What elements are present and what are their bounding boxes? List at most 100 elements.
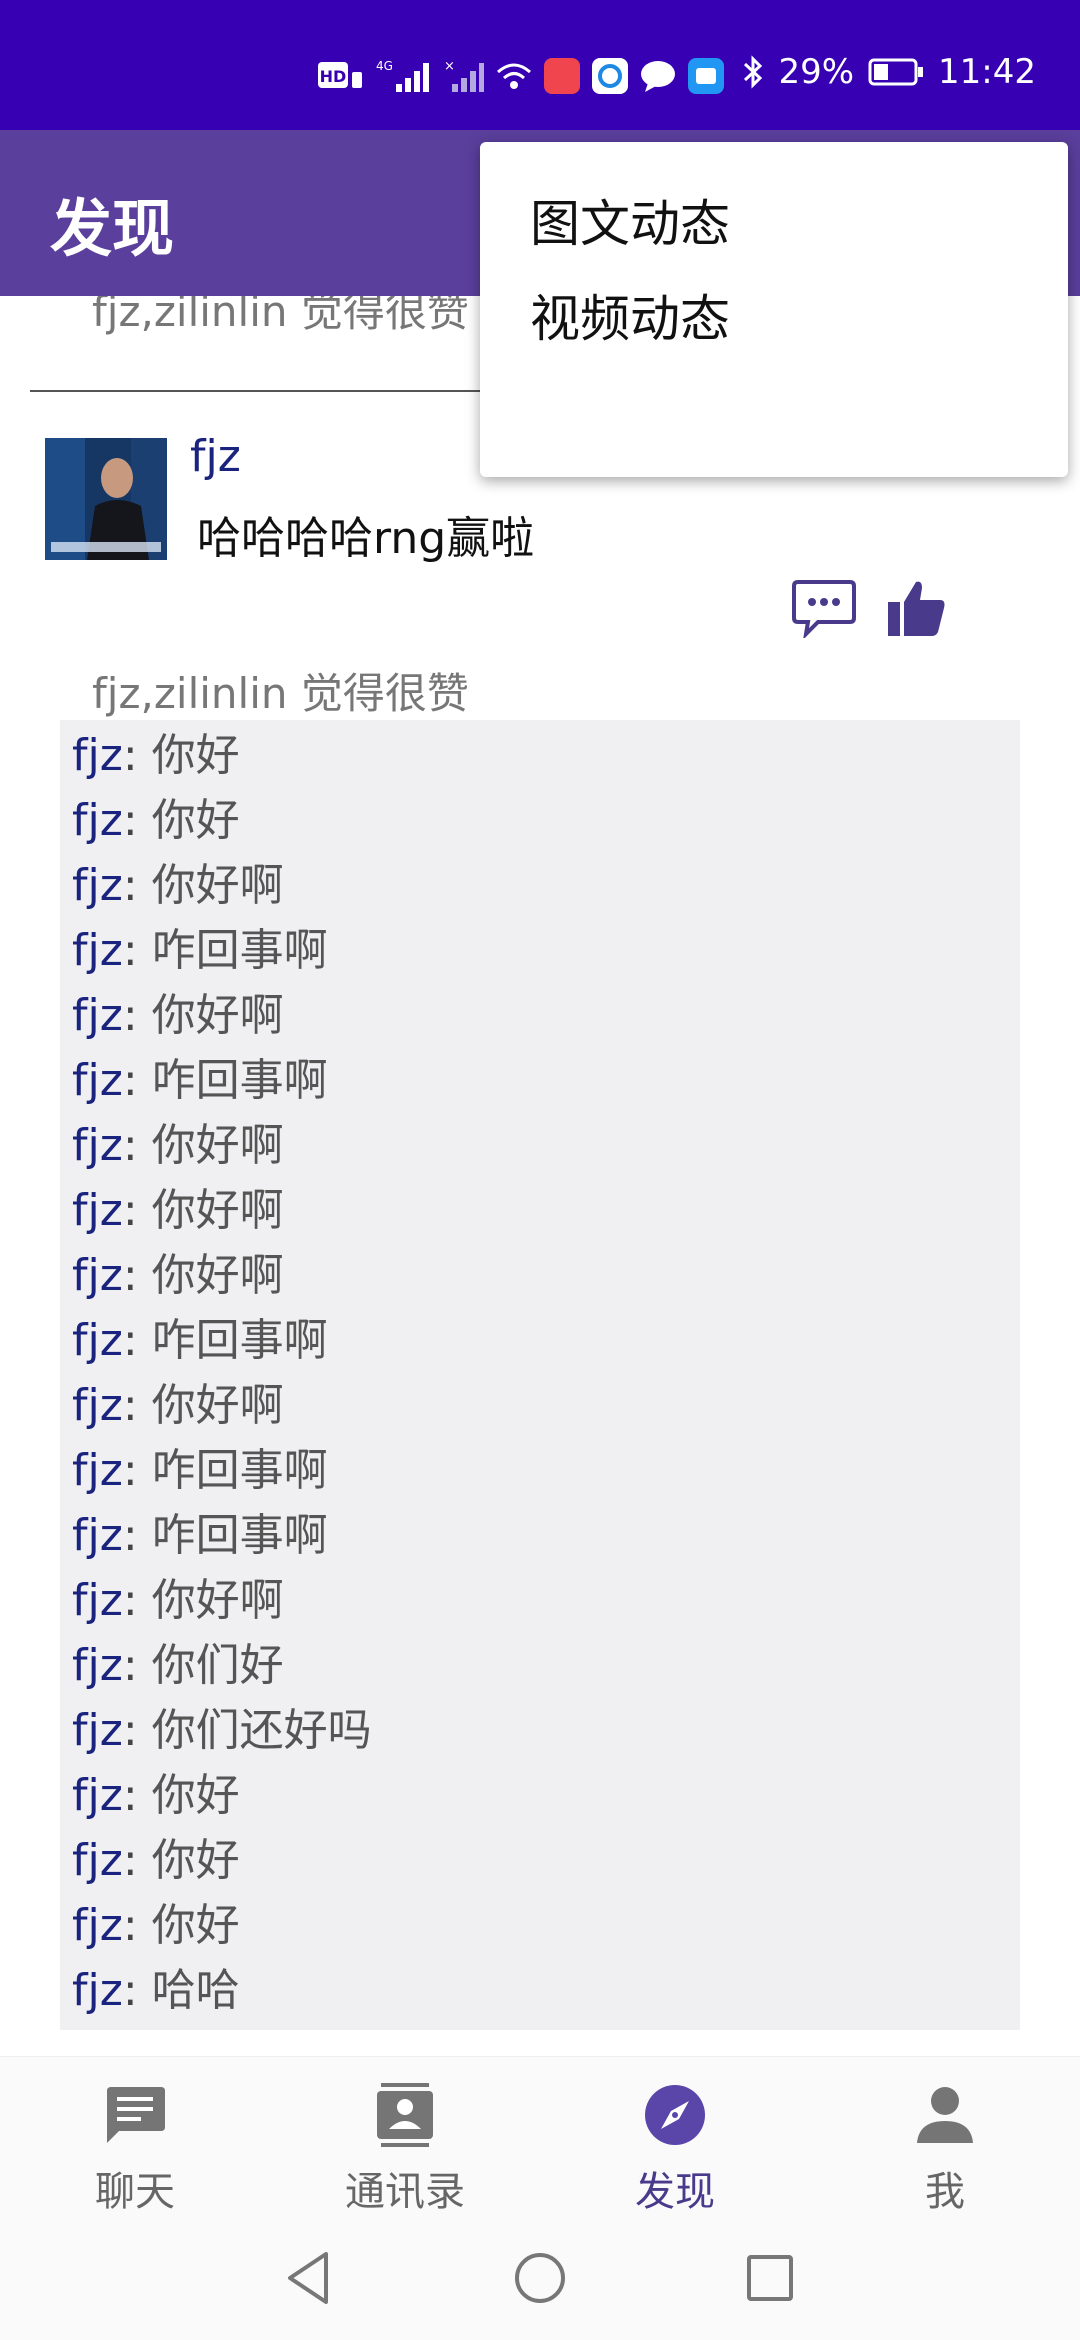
status-right: 29% 11:42 bbox=[742, 52, 1036, 92]
app-icon bbox=[688, 58, 724, 94]
comment-item[interactable]: fjz: 咋回事啊 bbox=[72, 921, 328, 981]
svg-text:4G: 4G bbox=[376, 59, 393, 73]
comment-username[interactable]: fjz bbox=[72, 1640, 123, 1691]
chat-icon bbox=[107, 2087, 165, 2143]
comment-item[interactable]: fjz: 你好 bbox=[72, 791, 240, 851]
comment-username[interactable]: fjz bbox=[72, 1185, 123, 1236]
nav-item-chat[interactable]: 聊天 bbox=[35, 2083, 235, 2217]
comment-separator: : bbox=[122, 1770, 152, 1821]
comment-item[interactable]: fjz: 咋回事啊 bbox=[72, 1441, 328, 1501]
comment-separator: : bbox=[122, 1965, 152, 2016]
comment-username[interactable]: fjz bbox=[72, 1120, 123, 1171]
comment-item[interactable]: fjz: 你好啊 bbox=[72, 1571, 284, 1631]
comment-text: 你好啊 bbox=[151, 1185, 284, 1236]
comment-username[interactable]: fjz bbox=[72, 1445, 123, 1496]
comment-item[interactable]: fjz: 咋回事啊 bbox=[72, 1051, 328, 1111]
clock: 11:42 bbox=[938, 52, 1036, 92]
comment-username[interactable]: fjz bbox=[72, 1380, 123, 1431]
comment-text: 你们好 bbox=[151, 1640, 284, 1691]
comment-item[interactable]: fjz: 你好啊 bbox=[72, 1246, 284, 1306]
battery-icon bbox=[868, 58, 924, 86]
comment-text: 哈哈 bbox=[151, 1965, 240, 2016]
status-bar: HD 4G × 29% 11:42 bbox=[0, 0, 1080, 130]
menu-item-image-text-post[interactable]: 图文动态 bbox=[530, 184, 730, 256]
nav-item-discover[interactable]: 发现 bbox=[575, 2083, 775, 2217]
comment-item[interactable]: fjz: 你好 bbox=[72, 1896, 240, 1956]
comment-separator: : bbox=[122, 860, 152, 911]
previous-post-likes: fjz,zilinlin 觉得很赞 bbox=[92, 296, 469, 336]
compass-icon bbox=[645, 2085, 705, 2145]
thumbs-up-icon[interactable] bbox=[886, 578, 946, 638]
bottom-nav: 聊天 通讯录 发现 我 bbox=[0, 2056, 1080, 2217]
comment-separator: : bbox=[122, 1055, 152, 1106]
comment-separator: : bbox=[122, 1315, 152, 1366]
chat-app-icon bbox=[592, 58, 628, 94]
comment-username[interactable]: fjz bbox=[72, 1055, 123, 1106]
comment-item[interactable]: fjz: 你们还好吗 bbox=[72, 1701, 372, 1761]
feed[interactable]: fjz,zilinlin 觉得很赞 fjz 哈哈哈哈rng赢啦 fjz,zili… bbox=[0, 296, 1080, 2056]
avatar[interactable] bbox=[45, 438, 167, 560]
comment-username[interactable]: fjz bbox=[72, 1900, 123, 1951]
hd-icon: HD bbox=[318, 62, 362, 88]
comment-item[interactable]: fjz: 你好 bbox=[72, 726, 240, 786]
menu-item-video-post[interactable]: 视频动态 bbox=[530, 279, 730, 351]
comment-text: 你们还好吗 bbox=[151, 1705, 372, 1756]
comment-username[interactable]: fjz bbox=[72, 1250, 123, 1301]
battery-percent: 29% bbox=[778, 52, 855, 92]
comment-username[interactable]: fjz bbox=[72, 925, 123, 976]
post-text: 哈哈哈哈rng赢啦 bbox=[197, 513, 535, 564]
comment-item[interactable]: fjz: 咋回事啊 bbox=[72, 1506, 328, 1566]
comment-text: 你好啊 bbox=[151, 990, 284, 1041]
comment-item[interactable]: fjz: 你好啊 bbox=[72, 856, 284, 916]
comment-username[interactable]: fjz bbox=[72, 860, 123, 911]
nav-label-chat: 聊天 bbox=[95, 2169, 175, 2215]
comment-separator: : bbox=[122, 1250, 152, 1301]
comment-icon[interactable] bbox=[792, 578, 856, 638]
comment-username[interactable]: fjz bbox=[72, 1575, 123, 1626]
contacts-icon bbox=[377, 2083, 433, 2147]
comment-item[interactable]: fjz: 哈哈 bbox=[72, 1961, 240, 2021]
nav-item-me[interactable]: 我 bbox=[845, 2083, 1045, 2217]
comment-separator: : bbox=[122, 1640, 152, 1691]
comment-separator: : bbox=[122, 1705, 152, 1756]
comment-username[interactable]: fjz bbox=[72, 1835, 123, 1886]
comment-text: 咋回事啊 bbox=[151, 1510, 328, 1561]
comment-separator: : bbox=[122, 1185, 152, 1236]
comment-separator: : bbox=[122, 1120, 152, 1171]
comment-text: 咋回事啊 bbox=[151, 1315, 328, 1366]
bluetooth-icon bbox=[744, 55, 763, 89]
message-icon bbox=[641, 61, 675, 92]
comment-item[interactable]: fjz: 你好啊 bbox=[72, 1376, 284, 1436]
comment-username[interactable]: fjz bbox=[72, 1315, 123, 1366]
comment-text: 你好啊 bbox=[151, 860, 284, 911]
post-likes: fjz,zilinlin 觉得很赞 bbox=[92, 669, 469, 718]
comment-text: 你好 bbox=[151, 730, 240, 781]
comment-item[interactable]: fjz: 你好 bbox=[72, 1766, 240, 1826]
comment-username[interactable]: fjz bbox=[72, 1705, 123, 1756]
comment-text: 你好 bbox=[151, 1835, 240, 1886]
status-icons: HD 4G × bbox=[318, 58, 724, 94]
comment-username[interactable]: fjz bbox=[72, 730, 123, 781]
comment-item[interactable]: fjz: 你们好 bbox=[72, 1636, 284, 1696]
home-icon[interactable] bbox=[514, 2252, 566, 2304]
page-title: 发现 bbox=[50, 192, 175, 265]
svg-text:×: × bbox=[444, 59, 455, 74]
comment-username[interactable]: fjz bbox=[72, 1510, 123, 1561]
recents-icon[interactable] bbox=[746, 2254, 794, 2302]
comment-item[interactable]: fjz: 你好啊 bbox=[72, 1181, 284, 1241]
nav-label-me: 我 bbox=[925, 2169, 965, 2215]
post-username[interactable]: fjz bbox=[190, 431, 241, 482]
nav-item-contacts[interactable]: 通讯录 bbox=[305, 2083, 505, 2217]
comment-item[interactable]: fjz: 你好啊 bbox=[72, 1116, 284, 1176]
comment-username[interactable]: fjz bbox=[72, 795, 123, 846]
comment-item[interactable]: fjz: 你好啊 bbox=[72, 986, 284, 1046]
comment-username[interactable]: fjz bbox=[72, 990, 123, 1041]
comment-username[interactable]: fjz bbox=[72, 1770, 123, 1821]
comment-separator: : bbox=[122, 1835, 152, 1886]
comment-item[interactable]: fjz: 咋回事啊 bbox=[72, 1311, 328, 1371]
comment-separator: : bbox=[122, 925, 152, 976]
comment-text: 你好 bbox=[151, 795, 240, 846]
back-icon[interactable] bbox=[284, 2250, 332, 2306]
comment-item[interactable]: fjz: 你好 bbox=[72, 1831, 240, 1891]
comment-username[interactable]: fjz bbox=[72, 1965, 123, 2016]
